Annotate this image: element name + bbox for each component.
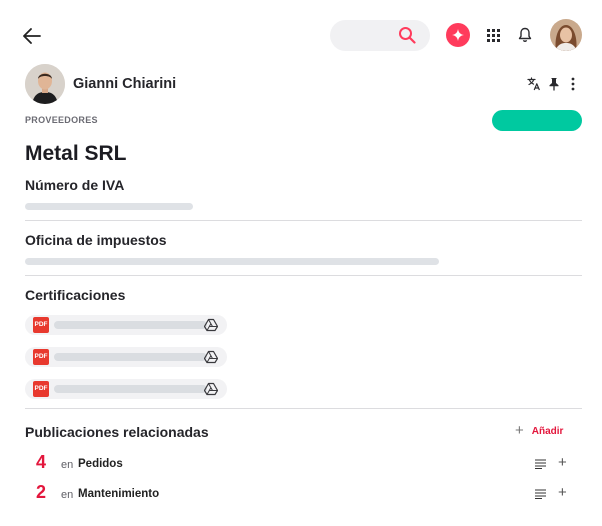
- related-count: 2: [36, 482, 47, 502]
- related-name[interactable]: Pedidos: [78, 458, 123, 470]
- pdf-icon: PDF: [33, 349, 49, 365]
- user-avatar[interactable]: [550, 19, 582, 51]
- pdf-icon: PDF: [33, 381, 49, 397]
- related-name[interactable]: Mantenimiento: [78, 488, 159, 500]
- grid-icon: [487, 29, 500, 42]
- record-category[interactable]: PROVEEDORES: [25, 115, 98, 125]
- file-name-placeholder: [54, 321, 207, 329]
- more-vertical-icon: [571, 77, 575, 91]
- certifications-label: Certificaciones: [25, 287, 126, 303]
- apps-button[interactable]: [487, 29, 500, 42]
- author-avatar[interactable]: [25, 64, 65, 104]
- divider: [25, 408, 582, 409]
- sparkle-icon: [452, 29, 464, 41]
- related-prefix: en: [61, 489, 74, 501]
- add-label: Añadir: [531, 425, 564, 437]
- more-options-button[interactable]: [569, 77, 577, 91]
- pdf-icon: PDF: [33, 317, 49, 333]
- drive-icon[interactable]: [204, 318, 218, 332]
- notifications-button[interactable]: [518, 27, 532, 43]
- translate-button[interactable]: [527, 77, 541, 91]
- pin-icon: [549, 78, 559, 91]
- ai-assistant-button[interactable]: [446, 23, 470, 47]
- plus-icon: +: [515, 422, 524, 439]
- vat-label: Número de IVA: [25, 177, 125, 193]
- related-item[interactable]: 2 en Mantenimiento +: [25, 482, 582, 506]
- search-bar[interactable]: [330, 20, 430, 51]
- add-related-button[interactable]: + Añadir: [515, 423, 563, 439]
- back-button[interactable]: [20, 24, 44, 48]
- top-bar: [0, 0, 602, 72]
- divider: [25, 220, 582, 221]
- list-icon[interactable]: [535, 489, 546, 499]
- related-publications-label: Publicaciones relacionadas: [25, 424, 209, 440]
- translate-icon: [527, 77, 540, 91]
- file-name-placeholder: [54, 385, 207, 393]
- bell-icon: [518, 27, 532, 43]
- drive-icon[interactable]: [204, 382, 218, 396]
- divider: [25, 275, 582, 276]
- author-name[interactable]: Gianni Chiarini: [73, 76, 176, 92]
- related-count: 4: [36, 452, 47, 472]
- arrow-left-icon: [23, 28, 41, 44]
- related-item[interactable]: 4 en Pedidos +: [25, 452, 582, 476]
- vat-value-placeholder: [25, 203, 193, 210]
- pin-button[interactable]: [548, 77, 560, 91]
- certification-file[interactable]: PDF: [25, 347, 227, 367]
- file-name-placeholder: [54, 353, 207, 361]
- author-photo: [25, 64, 65, 104]
- search-icon: [399, 27, 416, 44]
- tax-office-value-placeholder: [25, 258, 439, 265]
- list-icon[interactable]: [535, 459, 546, 469]
- tax-office-label: Oficina de impuestos: [25, 232, 167, 248]
- page-title: Metal SRL: [25, 142, 127, 165]
- user-photo: [550, 19, 582, 51]
- plus-icon[interactable]: +: [558, 455, 567, 471]
- primary-action-button[interactable]: [492, 110, 582, 131]
- certification-file[interactable]: PDF: [25, 379, 227, 399]
- related-prefix: en: [61, 459, 74, 471]
- drive-icon[interactable]: [204, 350, 218, 364]
- plus-icon[interactable]: +: [558, 485, 567, 501]
- certification-file[interactable]: PDF: [25, 315, 227, 335]
